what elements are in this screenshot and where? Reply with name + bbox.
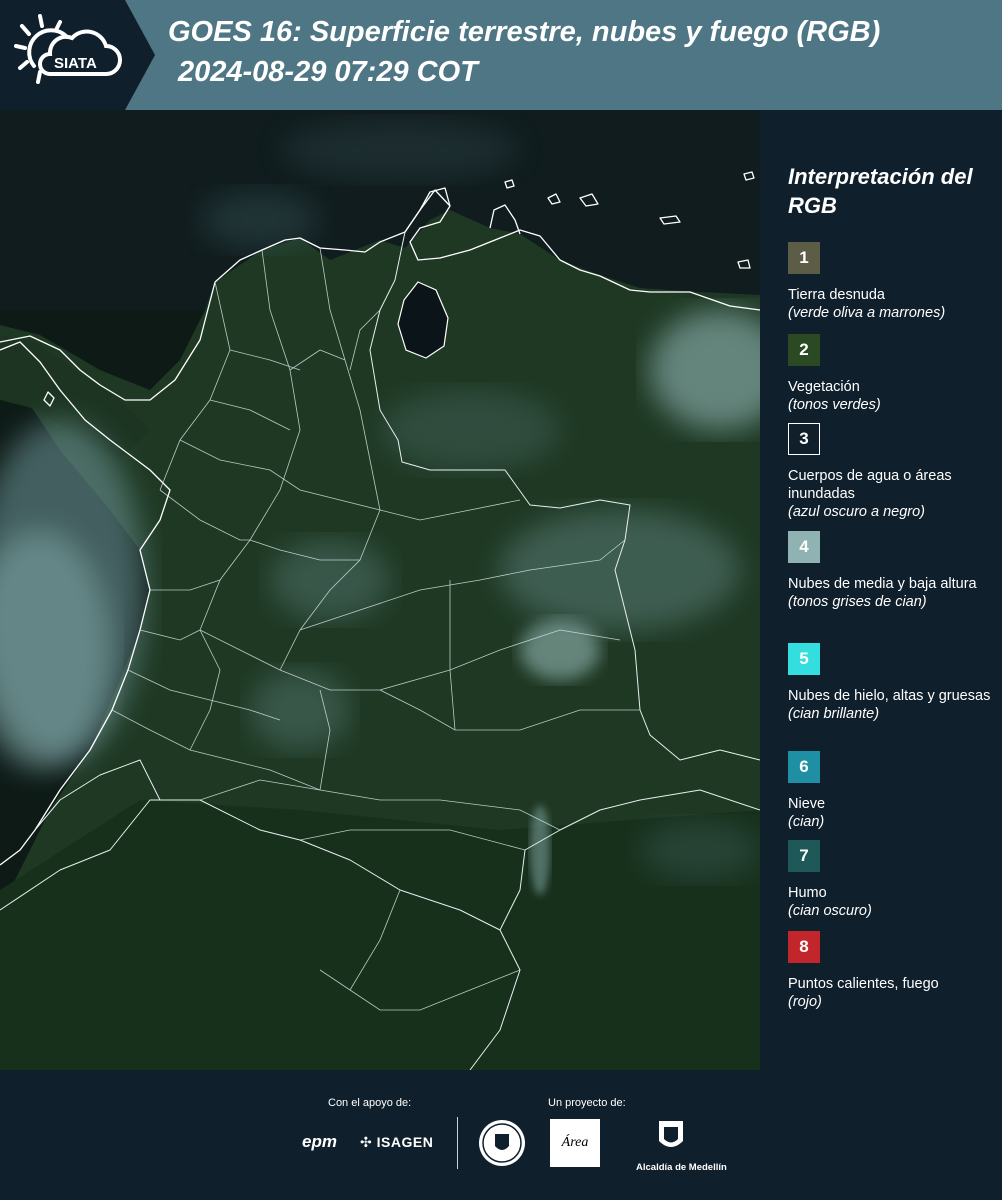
legend-label-6: Nieve — [788, 796, 826, 812]
legend-label-5: Nubes de hielo, altas y gruesas — [788, 688, 991, 704]
legend-title: Interpretación del RGB — [788, 164, 973, 218]
legend-label-3: Cuerpos de agua o áreas inundadas — [788, 468, 952, 502]
legend-label-7: Humo — [788, 885, 827, 901]
footer-divider — [457, 1117, 458, 1169]
header-banner: SIATA GOES 16: Superficie terrestre, nub… — [0, 0, 1002, 110]
legend-desc-3: (azul oscuro a negro) — [788, 504, 926, 520]
map-canvas — [0, 110, 760, 1070]
legend-item-1: 1 Tierra desnuda (verde oliva a marrones… — [788, 242, 998, 322]
legend-desc-1: (verde oliva a marrones) — [788, 305, 946, 321]
footer: Con el apoyo de: Un proyecto de: epm ✣ I… — [0, 1070, 1002, 1200]
legend-label-2: Vegetación — [788, 379, 860, 395]
legend-item-3: 3 Cuerpos de agua o áreas inundadas (azu… — [788, 423, 998, 521]
legend-swatch-8: 8 — [788, 931, 820, 963]
siata-logo-block: SIATA — [0, 0, 155, 110]
legend-desc-4: (tonos grises de cian) — [788, 594, 927, 610]
legend-desc-2: (tonos verdes) — [788, 397, 881, 413]
legend-swatch-6: 6 — [788, 751, 820, 783]
legend-panel: Interpretación del RGB 1 Tierra desnuda … — [776, 110, 1002, 1070]
alcaldia-text: Alcaldía de Medellín — [636, 1162, 727, 1173]
isagen-logo: ✣ ISAGEN — [360, 1134, 433, 1151]
map-timestamp: 2024-08-29 07:29 COT — [178, 56, 478, 88]
legend-item-2: 2 Vegetación (tonos verdes) — [788, 334, 998, 414]
legend-item-8: 8 Puntos calientes, fuego (rojo) — [788, 931, 998, 1011]
support-caption: Con el apoyo de: — [328, 1097, 412, 1109]
legend-item-6: 6 Nieve (cian) — [788, 751, 998, 831]
isagen-logo-text: ISAGEN — [376, 1134, 434, 1150]
legend-label-1: Tierra desnuda — [788, 287, 885, 303]
legend-swatch-4: 4 — [788, 531, 820, 563]
isagen-mark-icon: ✣ — [360, 1134, 373, 1150]
satellite-map[interactable] — [0, 110, 760, 1070]
legend-item-7: 7 Humo (cian oscuro) — [788, 840, 998, 920]
legend-swatch-2: 2 — [788, 334, 820, 366]
epm-logo: epm — [302, 1132, 337, 1151]
legend-item-4: 4 Nubes de media y baja altura (tonos gr… — [788, 531, 998, 611]
map-title: GOES 16: Superficie terrestre, nubes y f… — [168, 16, 881, 48]
alcaldia-medellin-logo: Alcaldía de Medellín — [636, 1119, 727, 1173]
siata-logo-text: SIATA — [54, 55, 97, 72]
legend-label-8: Puntos calientes, fuego — [788, 976, 939, 992]
medellin-seal-logo — [479, 1120, 525, 1166]
legend-swatch-1: 1 — [788, 242, 820, 274]
legend-desc-5: (cian brillante) — [788, 706, 880, 722]
legend-desc-7: (cian oscuro) — [788, 903, 872, 919]
legend-desc-8: (rojo) — [788, 994, 822, 1010]
project-caption: Un proyecto de: — [548, 1097, 626, 1109]
legend-swatch-7: 7 — [788, 840, 820, 872]
siata-logo: SIATA — [14, 14, 122, 84]
legend-item-5: 5 Nubes de hielo, altas y gruesas (cian … — [788, 643, 998, 723]
area-metropolitana-logo: Área — [550, 1119, 600, 1167]
alcaldia-shield-icon — [659, 1121, 683, 1147]
legend-swatch-3: 3 — [788, 423, 820, 455]
legend-label-4: Nubes de media y baja altura — [788, 576, 977, 592]
legend-desc-6: (cian) — [788, 814, 825, 830]
legend-swatch-5: 5 — [788, 643, 820, 675]
